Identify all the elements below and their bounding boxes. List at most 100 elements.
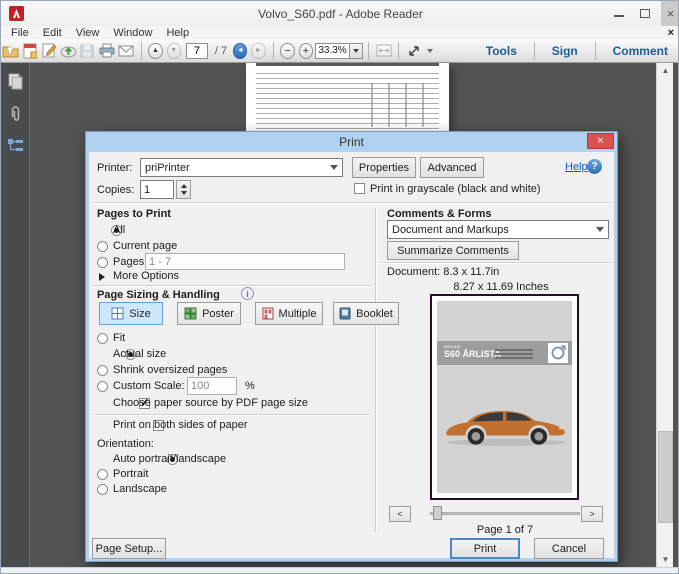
zoom-out-icon[interactable]: −: [280, 42, 295, 59]
previous-view-icon[interactable]: ◄: [233, 42, 248, 59]
poster-tab[interactable]: Poster: [177, 302, 241, 325]
size-icon: [111, 307, 124, 320]
slider-thumb[interactable]: [433, 506, 442, 520]
chevron-down-icon: [330, 165, 338, 174]
copies-label: Copies:: [97, 184, 135, 196]
custom-scale-label: Custom Scale:: [113, 380, 185, 392]
more-options-expand-icon[interactable]: [99, 273, 109, 281]
advanced-button[interactable]: Advanced: [420, 157, 484, 178]
title-bar: Volvo_S60.pdf - Adobe Reader ×: [1, 1, 678, 26]
preview-page-slider[interactable]: [430, 512, 580, 515]
next-page-icon[interactable]: ▼: [166, 42, 181, 59]
maximize-button[interactable]: [640, 9, 650, 18]
close-button[interactable]: ×: [661, 1, 678, 26]
custom-scale-input[interactable]: [187, 377, 237, 395]
menu-file[interactable]: File: [11, 27, 29, 39]
printer-select[interactable]: priPrinter: [140, 158, 343, 177]
page-thumbnails-icon[interactable]: [7, 73, 23, 93]
dialog-close-button[interactable]: ×: [587, 133, 614, 149]
fit-radio[interactable]: [97, 333, 108, 344]
window-bottom-frame: [1, 567, 678, 573]
preview-next-button[interactable]: >: [581, 506, 603, 522]
page-total-label: / 7: [214, 44, 228, 57]
landscape-radio[interactable]: [97, 484, 108, 495]
poster-icon: [184, 307, 197, 320]
grayscale-checkbox[interactable]: [354, 183, 365, 194]
stepper-up-icon[interactable]: [180, 181, 187, 188]
scroll-up-icon[interactable]: ▲: [658, 63, 673, 78]
bookmarks-icon[interactable]: [7, 138, 24, 156]
brochure-fine-print: [495, 349, 533, 361]
shrink-pages-radio[interactable]: [97, 365, 108, 376]
tools-button[interactable]: Tools: [474, 44, 529, 58]
open-file-icon[interactable]: [1, 41, 20, 61]
print-icon[interactable]: [97, 41, 116, 61]
all-pages-label: All: [113, 224, 126, 236]
save-icon[interactable]: [78, 41, 97, 61]
menubar-close-icon[interactable]: ×: [668, 27, 674, 39]
current-page-radio[interactable]: [97, 241, 108, 252]
vertical-scrollbar[interactable]: ▲ ▼: [656, 63, 673, 567]
comments-forms-select[interactable]: Document and Markups: [387, 220, 609, 239]
main-toolbar: ▲ ▼ / 7 ◄ ► − + 33.3% Tools Sign Comment: [1, 39, 678, 63]
pages-range-input[interactable]: [145, 253, 345, 270]
menu-edit[interactable]: Edit: [43, 27, 62, 39]
create-pdf-icon[interactable]: [20, 41, 39, 61]
preview-prev-button[interactable]: <: [389, 506, 411, 522]
cancel-button[interactable]: Cancel: [534, 538, 604, 559]
minimize-button[interactable]: [614, 15, 624, 17]
print-dialog-title: Print: [339, 135, 364, 149]
edit-sign-icon[interactable]: [39, 41, 58, 61]
info-icon[interactable]: i: [241, 287, 254, 300]
poster-tab-label: Poster: [202, 307, 234, 320]
cloud-upload-icon[interactable]: [59, 41, 78, 61]
email-icon[interactable]: [116, 41, 135, 61]
print-button[interactable]: Print: [450, 538, 520, 559]
copies-stepper[interactable]: [176, 180, 191, 199]
pdf-page-background: [246, 63, 449, 131]
page-setup-button[interactable]: Page Setup...: [92, 538, 166, 559]
size-tab[interactable]: Size: [99, 302, 163, 325]
fit-width-icon[interactable]: [374, 41, 393, 61]
menu-view[interactable]: View: [76, 27, 100, 39]
more-options-link[interactable]: More Options: [113, 270, 179, 282]
duplex-label: Print on both sides of paper: [113, 419, 248, 431]
scroll-down-icon[interactable]: ▼: [658, 552, 673, 567]
separator: [381, 262, 612, 264]
toolbar-more-icon[interactable]: [424, 41, 436, 61]
sizing-heading: Page Sizing & Handling: [97, 289, 220, 301]
pages-to-print-heading: Pages to Print: [97, 208, 171, 220]
help-question-icon[interactable]: ?: [587, 159, 602, 174]
multiple-tab[interactable]: Multiple: [255, 302, 323, 325]
sign-button[interactable]: Sign: [540, 44, 590, 58]
attachments-icon[interactable]: [8, 105, 22, 126]
brochure-header-band: VOLVO S60 ÅRLISTA: [437, 341, 572, 365]
properties-button[interactable]: Properties: [352, 157, 416, 178]
separator: [93, 414, 371, 416]
size-tab-label: Size: [129, 307, 151, 320]
copies-input[interactable]: [140, 180, 174, 199]
separator: [375, 208, 377, 532]
help-link[interactable]: Help: [565, 161, 588, 173]
portrait-radio[interactable]: [97, 469, 108, 480]
zoom-dropdown-button[interactable]: [350, 42, 364, 59]
app-window: Volvo_S60.pdf - Adobe Reader × File Edit…: [0, 0, 679, 574]
scrollbar-thumb[interactable]: [658, 431, 673, 523]
paper-size-info: 8.27 x 11.69 Inches: [453, 281, 549, 293]
next-view-icon[interactable]: ►: [251, 42, 266, 59]
stepper-down-icon[interactable]: [180, 191, 187, 198]
zoom-in-icon[interactable]: +: [298, 42, 313, 59]
previous-page-icon[interactable]: ▲: [148, 42, 163, 59]
booklet-tab[interactable]: Booklet: [333, 302, 399, 325]
comment-button[interactable]: Comment: [601, 44, 678, 58]
auto-orientation-label: Auto portrait/landscape: [113, 453, 227, 465]
zoom-level-value[interactable]: 33.3%: [314, 42, 351, 59]
menu-help[interactable]: Help: [166, 27, 189, 39]
summarize-comments-button[interactable]: Summarize Comments: [387, 241, 519, 260]
custom-scale-radio[interactable]: [97, 381, 108, 392]
comments-forms-value: Document and Markups: [392, 223, 509, 236]
pages-range-radio[interactable]: [97, 257, 108, 268]
fullscreen-icon[interactable]: [404, 41, 423, 61]
page-number-input[interactable]: [185, 42, 208, 59]
menu-window[interactable]: Window: [113, 27, 152, 39]
